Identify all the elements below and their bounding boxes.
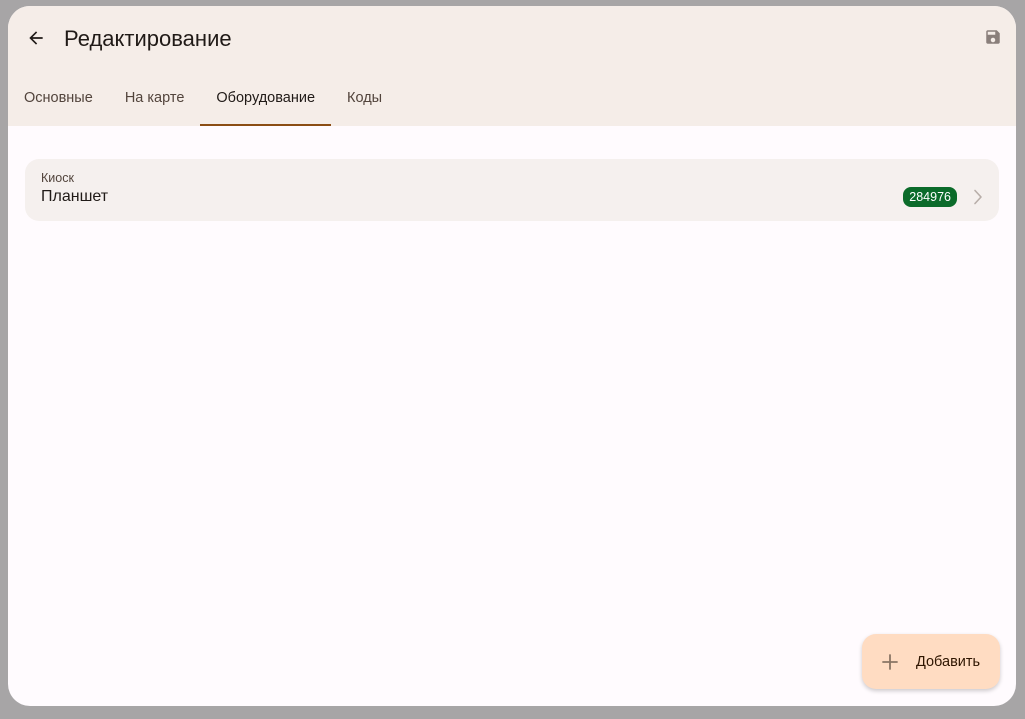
plus-icon — [880, 652, 900, 672]
app-window: Редактирование Основные На карте Оборудо… — [8, 6, 1016, 706]
add-button[interactable]: Добавить — [862, 634, 1000, 689]
tab-codes[interactable]: Коды — [331, 76, 398, 126]
equipment-list-item[interactable]: Киоск Планшет 284976 — [25, 159, 999, 221]
save-button[interactable] — [982, 26, 1004, 48]
page-title: Редактирование — [64, 26, 232, 51]
tab-equipment[interactable]: Оборудование — [200, 76, 331, 126]
add-button-label: Добавить — [916, 653, 981, 670]
save-icon — [986, 30, 1000, 44]
chevron-right-icon — [971, 187, 985, 207]
tab-bar: Основные На карте Оборудование Коды — [8, 76, 398, 126]
tab-label: Оборудование — [216, 90, 316, 106]
equipment-code-badge: 284976 — [903, 187, 957, 207]
tab-main[interactable]: Основные — [8, 76, 109, 126]
equipment-type: Киоск — [41, 171, 74, 185]
equipment-name: Планшет — [41, 188, 109, 205]
back-button[interactable] — [22, 24, 50, 52]
tab-label: На карте — [124, 90, 185, 106]
top-app-bar: Редактирование Основные На карте Оборудо… — [8, 6, 1016, 126]
tab-label: Основные — [24, 90, 93, 106]
arrow-back-icon — [29, 31, 43, 45]
tab-on-map[interactable]: На карте — [109, 76, 201, 126]
tab-label: Коды — [347, 90, 383, 106]
